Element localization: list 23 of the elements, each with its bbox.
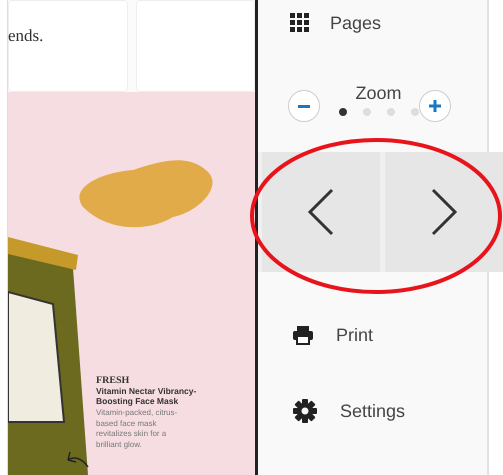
zoom-level-dot[interactable]	[410, 108, 418, 116]
zoom-out-button[interactable]	[288, 90, 320, 122]
settings-button[interactable]: Settings	[258, 388, 487, 434]
minus-icon	[298, 104, 310, 108]
headline-text: ends.	[8, 26, 44, 46]
zoom-label: Zoom	[355, 82, 402, 104]
product-name: Vitamin Nectar Vibrancy-Boosting Face Mask	[96, 386, 198, 406]
zoom-level-dot[interactable]	[338, 108, 346, 116]
grid-icon	[290, 13, 310, 33]
brand-text: FRESH	[96, 375, 130, 386]
zoom-in-button[interactable]	[419, 90, 451, 122]
zoom-level-dot[interactable]	[362, 108, 370, 116]
chevron-right-icon	[429, 187, 459, 237]
plus-icon	[429, 100, 441, 112]
product-description: Vitamin-packed, citrus-based face mask revitalizes skin for a brilliant glow.	[96, 408, 178, 450]
printer-icon	[292, 325, 314, 345]
zoom-level-dot[interactable]	[386, 108, 394, 116]
print-button[interactable]: Print	[258, 312, 487, 358]
pages-button[interactable]: Pages	[258, 0, 487, 46]
arrow-icon	[67, 451, 89, 468]
chevron-left-icon	[306, 187, 336, 237]
next-page-button[interactable]	[385, 152, 503, 272]
previous-page-button[interactable]	[262, 152, 380, 272]
